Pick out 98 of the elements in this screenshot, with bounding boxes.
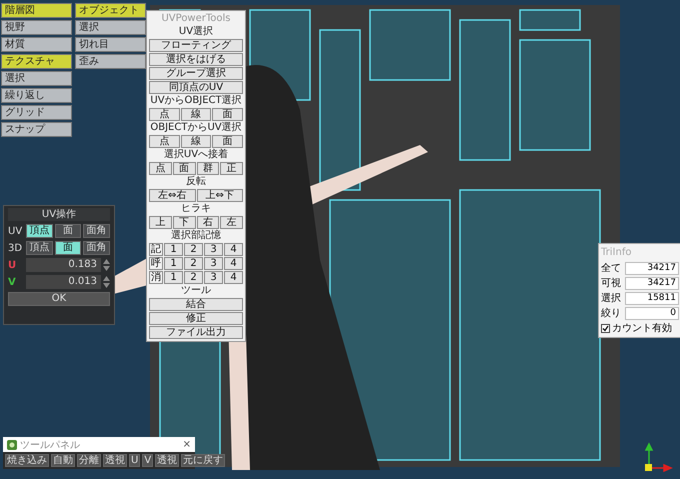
tool-button[interactable]: 面 xyxy=(172,162,196,175)
close-button[interactable]: × xyxy=(182,439,191,450)
tool-button[interactable]: ファイル出力 xyxy=(149,326,243,339)
memory-label: 消 xyxy=(149,271,163,284)
section-heading: ヒラキ xyxy=(180,203,212,215)
ok-button[interactable]: OK xyxy=(8,292,110,306)
tool-button[interactable]: フローティング xyxy=(149,39,243,52)
tool-button[interactable]: 透視 xyxy=(155,454,180,467)
command-button[interactable]: グリッド xyxy=(1,105,72,120)
tool-button[interactable]: 群 xyxy=(196,162,220,175)
tool-button[interactable]: グループ選択 xyxy=(149,67,243,80)
tool-button[interactable]: 線 xyxy=(180,135,212,148)
tool-button[interactable]: 正 xyxy=(220,162,243,175)
mode-button[interactable]: 面 xyxy=(54,224,82,238)
memory-label: 記 xyxy=(149,243,163,256)
command-button[interactable]: 選択 xyxy=(75,20,146,35)
memory-slot-button[interactable]: 2 xyxy=(184,243,203,256)
count-label: 絞り xyxy=(601,306,622,320)
count-label: 全て xyxy=(601,262,622,275)
tool-button[interactable]: 透視 xyxy=(103,454,127,467)
tool-button[interactable]: V xyxy=(142,454,154,467)
tool-button[interactable]: 自動 xyxy=(51,454,75,467)
app-icon xyxy=(7,440,17,450)
command-button[interactable]: 切れ目 xyxy=(75,37,146,52)
panel-title: UV操作 xyxy=(8,208,110,221)
tool-button[interactable]: 同頂点のUV xyxy=(149,81,243,94)
axis-icon xyxy=(645,442,673,472)
count-label: 可視 xyxy=(601,276,622,290)
axis-label: U xyxy=(8,260,18,270)
memory-slot-button[interactable]: 3 xyxy=(204,271,223,284)
section-heading: 選択UVへ接着 xyxy=(162,149,230,161)
axis-label: V xyxy=(8,276,17,288)
mode-button[interactable]: 面 xyxy=(54,241,82,255)
tool-button[interactable]: 選択をはげる xyxy=(149,53,243,66)
panel-title: TriInfo xyxy=(601,246,632,260)
count-label: 選択 xyxy=(601,292,622,305)
memory-label: 呼 xyxy=(149,257,163,270)
command-button[interactable]: 材質 xyxy=(1,37,72,52)
tool-button[interactable]: 点 xyxy=(149,108,180,121)
command-button[interactable]: スナップ xyxy=(1,122,72,137)
tool-button[interactable]: 結合 xyxy=(149,298,243,311)
mode-label: UV xyxy=(8,226,24,236)
command-button[interactable]: オブジェクト xyxy=(75,3,146,18)
panel-title: UVPowerTools xyxy=(160,13,232,25)
mode-button[interactable]: 頂点 xyxy=(26,224,53,238)
memory-slot-button[interactable]: 1 xyxy=(164,257,183,270)
memory-slot-button[interactable]: 4 xyxy=(224,243,243,256)
spinner-icon[interactable] xyxy=(103,275,110,289)
tool-button[interactable]: 面 xyxy=(212,108,244,121)
command-button[interactable]: テクスチャ xyxy=(1,54,72,69)
section-heading: 選択部記憶 xyxy=(170,230,222,242)
command-button[interactable]: 階層図 xyxy=(1,3,72,18)
count-value: 34217 xyxy=(625,276,679,290)
section-heading: 反転 xyxy=(185,176,207,188)
tool-button[interactable]: 線 xyxy=(180,108,212,121)
tool-button[interactable]: 修正 xyxy=(149,312,243,325)
memory-slot-button[interactable]: 2 xyxy=(184,271,203,284)
tool-button[interactable]: 焼き込み xyxy=(5,454,49,467)
spinner-icon[interactable] xyxy=(103,258,110,272)
number-field[interactable]: 0.013 xyxy=(26,275,101,289)
memory-slot-button[interactable]: 4 xyxy=(224,257,243,270)
panel-title: ツールパネル xyxy=(20,438,81,452)
command-button[interactable]: 歪み xyxy=(75,54,146,69)
mode-button[interactable]: 頂点 xyxy=(26,241,53,255)
count-value: 0 xyxy=(625,306,679,320)
section-heading: OBJECTからUV選択 xyxy=(149,122,243,134)
memory-slot-button[interactable]: 4 xyxy=(224,271,243,284)
command-button[interactable]: 視野 xyxy=(1,20,72,35)
section-heading: UV選択 xyxy=(178,26,214,38)
number-field[interactable]: 0.183 xyxy=(26,258,101,272)
section-heading: ツール xyxy=(180,285,212,297)
tool-button[interactable]: 下 xyxy=(172,216,196,229)
memory-slot-button[interactable]: 2 xyxy=(184,257,203,270)
mode-button[interactable]: 面角 xyxy=(83,224,110,238)
count-value: 34217 xyxy=(625,262,679,274)
section-heading: UVからOBJECT選択 xyxy=(149,95,243,107)
tool-button[interactable]: 上 xyxy=(149,216,172,229)
mode-label: 3D xyxy=(8,242,24,254)
tool-button[interactable]: 点 xyxy=(149,162,172,175)
tool-button[interactable]: 右 xyxy=(196,216,220,229)
count-value: 15811 xyxy=(625,292,679,304)
tool-button[interactable]: 分離 xyxy=(77,454,101,467)
tool-button[interactable]: 左 xyxy=(220,216,243,229)
mode-button[interactable]: 面角 xyxy=(83,241,110,255)
checkbox-label: カウント有効 xyxy=(612,322,672,335)
checkbox[interactable] xyxy=(601,324,610,332)
memory-slot-button[interactable]: 1 xyxy=(164,271,183,284)
memory-slot-button[interactable]: 1 xyxy=(164,243,183,256)
command-button[interactable]: 選択 xyxy=(1,71,72,86)
memory-slot-button[interactable]: 3 xyxy=(204,243,223,256)
memory-slot-button[interactable]: 3 xyxy=(204,257,223,270)
tool-button[interactable]: U xyxy=(129,454,140,467)
tool-button[interactable]: 元に戻す xyxy=(181,454,226,467)
tool-button[interactable]: 点 xyxy=(149,135,180,148)
command-button[interactable]: 繰り返し xyxy=(1,88,72,103)
tool-button[interactable]: 上⇔下 xyxy=(196,189,243,202)
tool-button[interactable]: 左⇔右 xyxy=(149,189,196,202)
tool-button[interactable]: 面 xyxy=(212,135,244,148)
